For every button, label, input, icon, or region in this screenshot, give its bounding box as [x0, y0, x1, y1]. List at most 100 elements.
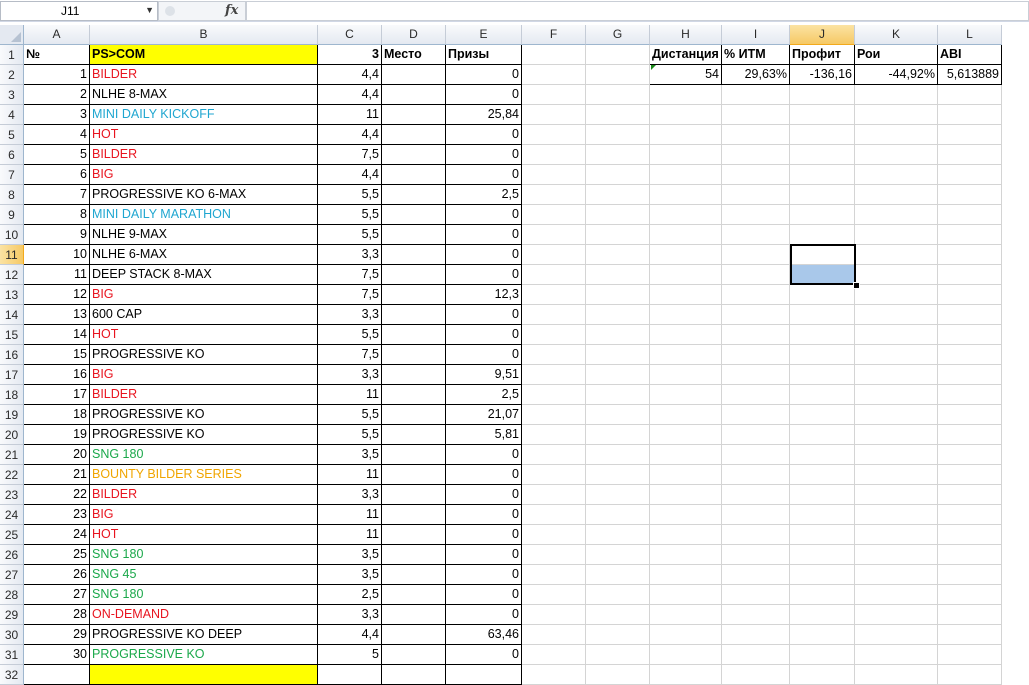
column-header-a[interactable]: A	[24, 25, 90, 45]
grid-cell[interactable]	[790, 285, 855, 305]
grid-cell[interactable]	[722, 325, 790, 345]
grid-cell[interactable]	[855, 245, 938, 265]
grid-cell[interactable]	[586, 245, 650, 265]
grid-cell[interactable]	[938, 385, 1002, 405]
tournament-name[interactable]: BILDER	[90, 65, 318, 85]
grid-cell[interactable]	[938, 245, 1002, 265]
grid-cell[interactable]	[855, 525, 938, 545]
row-header[interactable]: 15	[0, 325, 24, 345]
grid-cell[interactable]	[790, 325, 855, 345]
row-header[interactable]: 10	[0, 225, 24, 245]
place-value[interactable]	[382, 365, 446, 385]
tournament-name[interactable]: SNG 180	[90, 585, 318, 605]
row-number[interactable]: 6	[24, 165, 90, 185]
grid-cell[interactable]	[938, 205, 1002, 225]
place-value[interactable]	[382, 425, 446, 445]
grid-cell[interactable]	[650, 425, 722, 445]
row-number[interactable]: 12	[24, 285, 90, 305]
row-number[interactable]: 28	[24, 605, 90, 625]
grid-cell[interactable]	[938, 665, 1002, 685]
grid-cell[interactable]	[586, 485, 650, 505]
grid-cell[interactable]	[855, 345, 938, 365]
grid-cell[interactable]	[522, 405, 586, 425]
grid-cell[interactable]	[722, 285, 790, 305]
column-header-b[interactable]: B	[90, 25, 318, 45]
place-value[interactable]	[382, 525, 446, 545]
grid-cell[interactable]	[650, 525, 722, 545]
grid-cell[interactable]	[650, 105, 722, 125]
place-value[interactable]	[382, 345, 446, 365]
buyin-value[interactable]: 3,5	[318, 445, 382, 465]
column-header-k[interactable]: K	[855, 25, 938, 45]
grid-cell[interactable]	[790, 305, 855, 325]
prize-value[interactable]: 0	[446, 565, 522, 585]
grid-cell[interactable]	[938, 485, 1002, 505]
grid-cell[interactable]	[722, 245, 790, 265]
grid-cell[interactable]	[938, 225, 1002, 245]
buyin-value[interactable]: 11	[318, 525, 382, 545]
row-number[interactable]: 8	[24, 205, 90, 225]
place-value[interactable]	[382, 105, 446, 125]
buyin-value[interactable]: 7,5	[318, 145, 382, 165]
header-room[interactable]: PS>COM	[90, 45, 318, 65]
grid-cell[interactable]	[938, 505, 1002, 525]
grid-cell[interactable]	[650, 145, 722, 165]
place-value[interactable]	[382, 645, 446, 665]
prize-value[interactable]: 0	[446, 65, 522, 85]
row-number[interactable]: 29	[24, 625, 90, 645]
grid-cell[interactable]	[586, 365, 650, 385]
column-header-i[interactable]: I	[722, 25, 790, 45]
grid-cell[interactable]	[650, 165, 722, 185]
grid-cell[interactable]	[650, 445, 722, 465]
grid-cell[interactable]	[522, 585, 586, 605]
grid-cell[interactable]	[855, 105, 938, 125]
grid-cell[interactable]	[522, 145, 586, 165]
row-number[interactable]: 2	[24, 85, 90, 105]
grid-cell[interactable]	[586, 445, 650, 465]
grid-cell[interactable]	[790, 185, 855, 205]
place-value[interactable]	[382, 265, 446, 285]
row-number[interactable]: 18	[24, 405, 90, 425]
prize-value[interactable]: 0	[446, 505, 522, 525]
header-prizes[interactable]: Призы	[446, 45, 522, 65]
grid-cell[interactable]	[855, 205, 938, 225]
stats-value-k[interactable]: -44,92%	[855, 65, 938, 85]
grid-cell[interactable]	[790, 85, 855, 105]
grid-cell[interactable]	[586, 625, 650, 645]
grid-cell[interactable]	[722, 205, 790, 225]
grid-cell[interactable]	[855, 445, 938, 465]
grid-cell[interactable]	[586, 305, 650, 325]
grid-cell[interactable]	[790, 525, 855, 545]
tournament-name[interactable]: PROGRESSIVE KO	[90, 345, 318, 365]
place-value[interactable]	[382, 205, 446, 225]
grid-cell[interactable]	[722, 185, 790, 205]
prize-value[interactable]: 0	[446, 225, 522, 245]
grid-cell[interactable]	[650, 605, 722, 625]
grid-cell[interactable]	[790, 205, 855, 225]
grid-cell[interactable]	[722, 105, 790, 125]
row-header[interactable]: 8	[0, 185, 24, 205]
prize-value[interactable]: 0	[446, 585, 522, 605]
grid-cell[interactable]	[855, 645, 938, 665]
grid-cell[interactable]	[790, 345, 855, 365]
prize-value[interactable]: 0	[446, 485, 522, 505]
place-value[interactable]	[382, 545, 446, 565]
grid-cell[interactable]	[938, 405, 1002, 425]
grid-cell[interactable]	[586, 85, 650, 105]
prize-value[interactable]: 21,07	[446, 405, 522, 425]
grid-cell[interactable]	[522, 85, 586, 105]
grid-cell[interactable]	[722, 225, 790, 245]
place-value[interactable]	[382, 625, 446, 645]
grid-cell[interactable]	[938, 525, 1002, 545]
grid-cell[interactable]	[586, 165, 650, 185]
grid-cell[interactable]	[855, 505, 938, 525]
grid-cell[interactable]	[586, 645, 650, 665]
grid-cell[interactable]	[855, 385, 938, 405]
grid-cell[interactable]	[722, 545, 790, 565]
tournament-name[interactable]: PROGRESSIVE KO 6-MAX	[90, 185, 318, 205]
place-value[interactable]	[382, 565, 446, 585]
grid-cell[interactable]	[586, 345, 650, 365]
row-number[interactable]: 30	[24, 645, 90, 665]
tournament-name[interactable]: PROGRESSIVE KO	[90, 425, 318, 445]
buyin-value[interactable]: 4,4	[318, 165, 382, 185]
